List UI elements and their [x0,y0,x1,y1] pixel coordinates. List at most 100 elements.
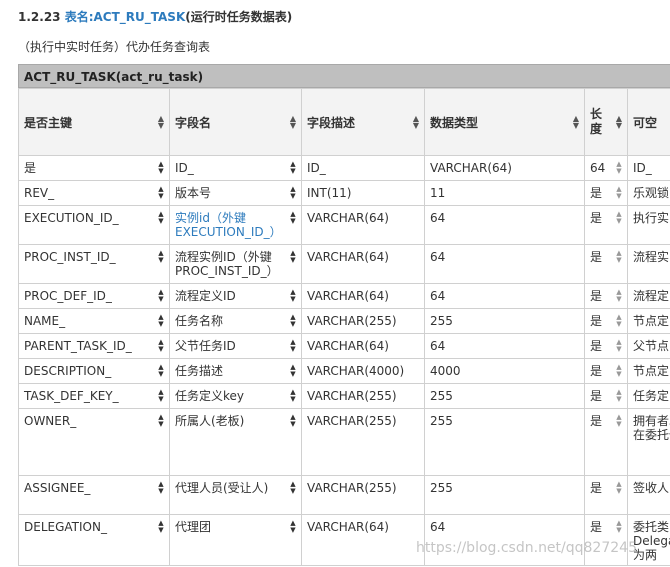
table-row: PARENT_TASK_ID_ ▲ ▼ 父节任务ID ▲ ▼ VARCHAR(64) 64 是 ▲… [18,333,670,359]
spinner-icon[interactable]: ▲ ▼ [289,250,297,264]
cell-type: 255 [424,383,585,409]
spinner-icon[interactable]: ▲ ▼ [615,211,623,225]
sort-icon[interactable]: ▲ ▼ [157,115,165,130]
spinner-icon[interactable]: ▲ ▼ [615,314,623,328]
cell-desc: INT(11) [301,180,425,206]
cell-len: 是 ▲ ▼ [584,383,628,409]
cell-pk: NAME_ ▲ ▼ [18,308,170,334]
stepper-icon[interactable]: ▲ ▼ [289,186,297,200]
table-name-link[interactable]: 表名:ACT_RU_TASK [65,10,186,24]
cell-pk: TASK_DEF_KEY_ ▲ ▼ [18,383,170,409]
stepper-icon[interactable]: ▲ ▼ [157,314,165,328]
cell-pk: DELEGATION_ ▲ ▼ [18,514,170,566]
table-row: PROC_DEF_ID_ ▲ ▼ 流程定义ID ▲ ▼ VARCHAR(64) 64 是 ▲ ▼ 流程… [18,283,670,309]
table-row: REV_ ▲ ▼ 版本号 ▲ ▼ INT(11) 11 是 ▲ ▼ 乐观锁 [18,180,670,206]
table-row: PROC_INST_ID_ ▲ ▼ 流程实例ID（外键PROC_INST_ID_） ▲ ▼… [18,244,670,284]
spinner-icon[interactable]: ▲ ▼ [615,520,623,534]
spinner-icon[interactable]: ▲ ▼ [615,389,623,403]
stepper-icon[interactable]: ▲ ▼ [157,481,165,495]
cell-pk: PARENT_TASK_ID_ ▲ ▼ [18,333,170,359]
sort-icon[interactable]: ▲ ▼ [572,115,580,130]
stepper-icon[interactable]: ▲ ▼ [157,250,165,264]
cell-len: 是 ▲ ▼ [584,244,628,284]
header-field[interactable]: 字段名 ▲ ▼ [169,88,302,156]
cell-desc: VARCHAR(64) [301,514,425,566]
stepper-icon[interactable]: ▲ ▼ [289,289,297,303]
spinner-icon[interactable]: ▲ ▼ [615,364,623,378]
cell-nullable: 流程实 [627,244,670,284]
cell-pk: OWNER_ ▲ ▼ [18,408,170,476]
cell-field: 任务名称 ▲ ▼ [169,308,302,334]
spinner-icon[interactable]: ▲ ▼ [615,414,623,428]
cell-desc: ID_ [301,155,425,181]
field-table: 是否主键 ▲ ▼ 字段名 ▲ ▼ 字段描述 ▲ ▼ 数据类型 ▲ ▼ 长度 ▲ ▼ 可空 是 ▲ ▼ ID… [18,88,670,566]
spinner-icon[interactable]: ▲ ▼ [615,481,623,495]
cell-field: 流程实例ID（外键PROC_INST_ID_） ▲ ▼ [169,244,302,284]
header-pk[interactable]: 是否主键 ▲ ▼ [18,88,170,156]
table-row: NAME_ ▲ ▼ 任务名称 ▲ ▼ VARCHAR(255) 255 是 ▲ ▼ 节点定 [18,308,670,334]
spinner-icon[interactable]: ▲ ▼ [615,161,623,175]
cell-type: VARCHAR(64) [424,155,585,181]
cell-desc: VARCHAR(255) [301,408,425,476]
table-description: （执行中实时任务）代办任务查询表 [18,40,211,54]
header-desc[interactable]: 字段描述 ▲ ▼ [301,88,425,156]
spinner-icon[interactable]: ▲ ▼ [615,186,623,200]
cell-type: 64 [424,244,585,284]
stepper-icon[interactable]: ▲ ▼ [289,481,297,495]
cell-nullable: 执行实 [627,205,670,245]
cell-pk: 是 ▲ ▼ [18,155,170,181]
stepper-icon[interactable]: ▲ ▼ [157,520,165,534]
cell-nullable: 拥有者况下才在委托值） [627,408,670,476]
stepper-icon[interactable]: ▲ ▼ [157,186,165,200]
cell-desc: VARCHAR(64) [301,205,425,245]
stepper-icon[interactable]: ▲ ▼ [157,211,165,225]
stepper-icon[interactable]: ▲ ▼ [157,364,165,378]
cell-len: 64 ▲ ▼ [584,155,628,181]
stepper-icon[interactable]: ▲ ▼ [289,339,297,353]
cell-pk: ASSIGNEE_ ▲ ▼ [18,475,170,515]
cell-field: 流程定义ID ▲ ▼ [169,283,302,309]
stepper-icon[interactable]: ▲ ▼ [289,364,297,378]
spinner-icon[interactable]: ▲ ▼ [615,339,623,353]
cell-field: 父节任务ID ▲ ▼ [169,333,302,359]
stepper-icon[interactable]: ▲ ▼ [289,314,297,328]
cell-type: 255 [424,475,585,515]
stepper-icon[interactable]: ▲ ▼ [157,339,165,353]
spinner-icon[interactable]: ▲ ▼ [289,211,297,225]
cell-len: 是 ▲ ▼ [584,333,628,359]
header-type[interactable]: 数据类型 ▲ ▼ [424,88,585,156]
cell-len: 是 ▲ ▼ [584,408,628,476]
cell-desc: VARCHAR(255) [301,308,425,334]
sort-icon[interactable]: ▲ ▼ [412,115,420,130]
header-nullable[interactable]: 可空 [627,88,670,156]
cell-nullable: ID_ [627,155,670,181]
cell-field: 任务定义key ▲ ▼ [169,383,302,409]
cell-pk: EXECUTION_ID_ ▲ ▼ [18,205,170,245]
spinner-icon[interactable]: ▲ ▼ [615,250,623,264]
cell-len: 是 ▲ ▼ [584,475,628,515]
cell-len: 是 ▲ ▼ [584,283,628,309]
stepper-icon[interactable]: ▲ ▼ [157,161,165,175]
stepper-icon[interactable]: ▲ ▼ [289,161,297,175]
table-caption: ACT_RU_TASK(act_ru_task) [18,64,670,88]
table-row: EXECUTION_ID_ ▲ ▼ 实例id（外键EXECUTION_ID_） ▲ ▼ VA… [18,205,670,245]
cell-nullable: 流程定 [627,283,670,309]
cell-type: 64 [424,205,585,245]
cell-len: 是 ▲ ▼ [584,358,628,384]
cell-desc: VARCHAR(255) [301,383,425,409]
table-row: ASSIGNEE_ ▲ ▼ 代理人员(受让人) ▲ ▼ VARCHAR(255) 255 是 ▲ ▼… [18,475,670,515]
cell-desc: VARCHAR(64) [301,283,425,309]
header-length[interactable]: 长度 ▲ ▼ [584,88,628,156]
stepper-icon[interactable]: ▲ ▼ [157,414,165,428]
sort-icon[interactable]: ▲ ▼ [289,115,297,130]
sort-icon[interactable]: ▲ ▼ [615,115,623,130]
stepper-icon[interactable]: ▲ ▼ [157,389,165,403]
stepper-icon[interactable]: ▲ ▼ [289,389,297,403]
stepper-icon[interactable]: ▲ ▼ [289,414,297,428]
section-heading: 1.2.23 表名:ACT_RU_TASK(运行时任务数据表) [18,8,292,25]
stepper-icon[interactable]: ▲ ▼ [157,289,165,303]
table-row: 是 ▲ ▼ ID_ ▲ ▼ ID_ VARCHAR(64) 64 ▲ ▼ ID_ [18,155,670,181]
spinner-icon[interactable]: ▲ ▼ [615,289,623,303]
cell-field: 代理人员(受让人) ▲ ▼ [169,475,302,515]
stepper-icon[interactable]: ▲ ▼ [289,520,297,534]
